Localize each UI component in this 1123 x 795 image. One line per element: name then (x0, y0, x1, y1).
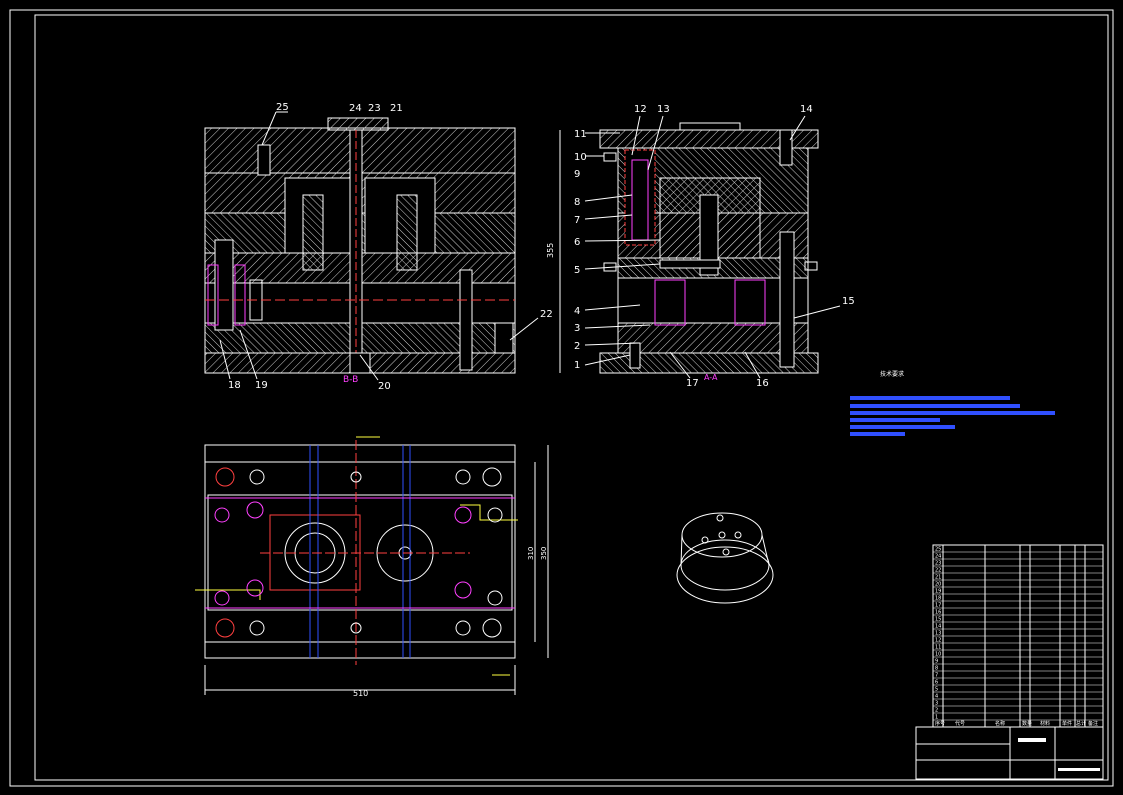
dim-350: 350 (540, 547, 548, 560)
callout-22: 22 (540, 309, 553, 320)
parts-row-number: 5 (935, 687, 938, 693)
callout-23: 20 (378, 381, 391, 392)
callout-5: 5 (574, 265, 580, 276)
parts-row-number: 14 (935, 624, 941, 630)
callout-1: 1 (574, 360, 580, 371)
parts-row-number: 12 (935, 638, 941, 644)
part-isometric-view (676, 512, 774, 604)
section-caption-b-b: B-B (343, 375, 358, 385)
parts-row-number: 3 (935, 701, 938, 707)
callout-4: 4 (574, 306, 580, 317)
parts-header-cell: 序号 (935, 720, 945, 727)
callout-8: 8 (574, 197, 580, 208)
parts-row-number: 19 (935, 589, 941, 595)
parts-row-number: 11 (935, 645, 941, 651)
callout-3: 3 (574, 323, 580, 334)
callout-14: 14 (800, 104, 813, 115)
callout-2: 2 (574, 341, 580, 352)
plan-view: 510 310 350 (195, 436, 549, 698)
callout-13: 13 (657, 104, 670, 115)
parts-row-number: 10 (935, 652, 941, 658)
parts-row-number: 23 (935, 561, 941, 567)
callout-16: 16 (756, 378, 769, 389)
section-view-b-b (204, 117, 516, 374)
tech-requirements-title: 技术要求 (880, 370, 904, 378)
parts-header-cell: 代号 (955, 720, 965, 727)
parts-row-number: 1 (935, 715, 938, 721)
parts-row-number: 7 (935, 673, 938, 679)
parts-row-number: 24 (935, 554, 941, 560)
dim-310: 310 (527, 547, 535, 560)
parts-row-number: 17 (935, 603, 941, 609)
callout-15: 15 (842, 296, 855, 307)
parts-list: 2524232221201918171615141312111098765432… (915, 544, 1104, 780)
callout-21: 21 (390, 103, 403, 114)
parts-row-number: 18 (935, 596, 941, 602)
section-caption-a-a: A-A (704, 373, 718, 382)
parts-row-number: 8 (935, 666, 938, 672)
callout-6: 6 (574, 237, 580, 248)
parts-row-number: 16 (935, 610, 941, 616)
dim-510: 510 (353, 689, 368, 698)
parts-row-number: 15 (935, 617, 941, 623)
mold-assembly-drawing: 25 24 23 21 22 20 19 18 B-B 355 1 2 3 4 … (9, 9, 1114, 787)
parts-row-number: 9 (935, 659, 938, 665)
parts-row-number: 20 (935, 582, 941, 588)
callout-20: 23 (368, 103, 381, 114)
parts-row-number: 6 (935, 680, 938, 686)
parts-header-cell: 备注 (1088, 720, 1098, 727)
parts-header-cell: 名称 (995, 720, 1005, 727)
callout-11: 11 (574, 129, 587, 140)
parts-header-cell: 单件 (1062, 720, 1072, 727)
parts-header-cell: 数量 (1022, 720, 1032, 727)
callout-17: 17 (686, 378, 699, 389)
parts-row-number: 2 (935, 708, 938, 714)
callout-19: 24 (349, 103, 362, 114)
parts-header-cell: 材料 (1040, 720, 1050, 727)
tech-requirements: 技术要求 (850, 370, 1055, 436)
dim-355: 355 (546, 243, 555, 258)
parts-header-cell: 总计 (1076, 720, 1086, 727)
parts-row-number: 21 (935, 575, 941, 581)
callout-7: 7 (574, 215, 580, 226)
parts-row-number: 22 (935, 568, 941, 574)
callout-25: 18 (228, 380, 241, 391)
callout-18: 25 (276, 102, 289, 113)
parts-row-number: 13 (935, 631, 941, 637)
callout-10: 10 (574, 152, 587, 163)
section-view-a-a (559, 122, 819, 374)
callout-9: 9 (574, 169, 580, 180)
callout-12: 12 (634, 104, 647, 115)
callout-24: 19 (255, 380, 268, 391)
parts-row-number: 25 (935, 547, 941, 553)
parts-row-number: 4 (935, 694, 938, 700)
